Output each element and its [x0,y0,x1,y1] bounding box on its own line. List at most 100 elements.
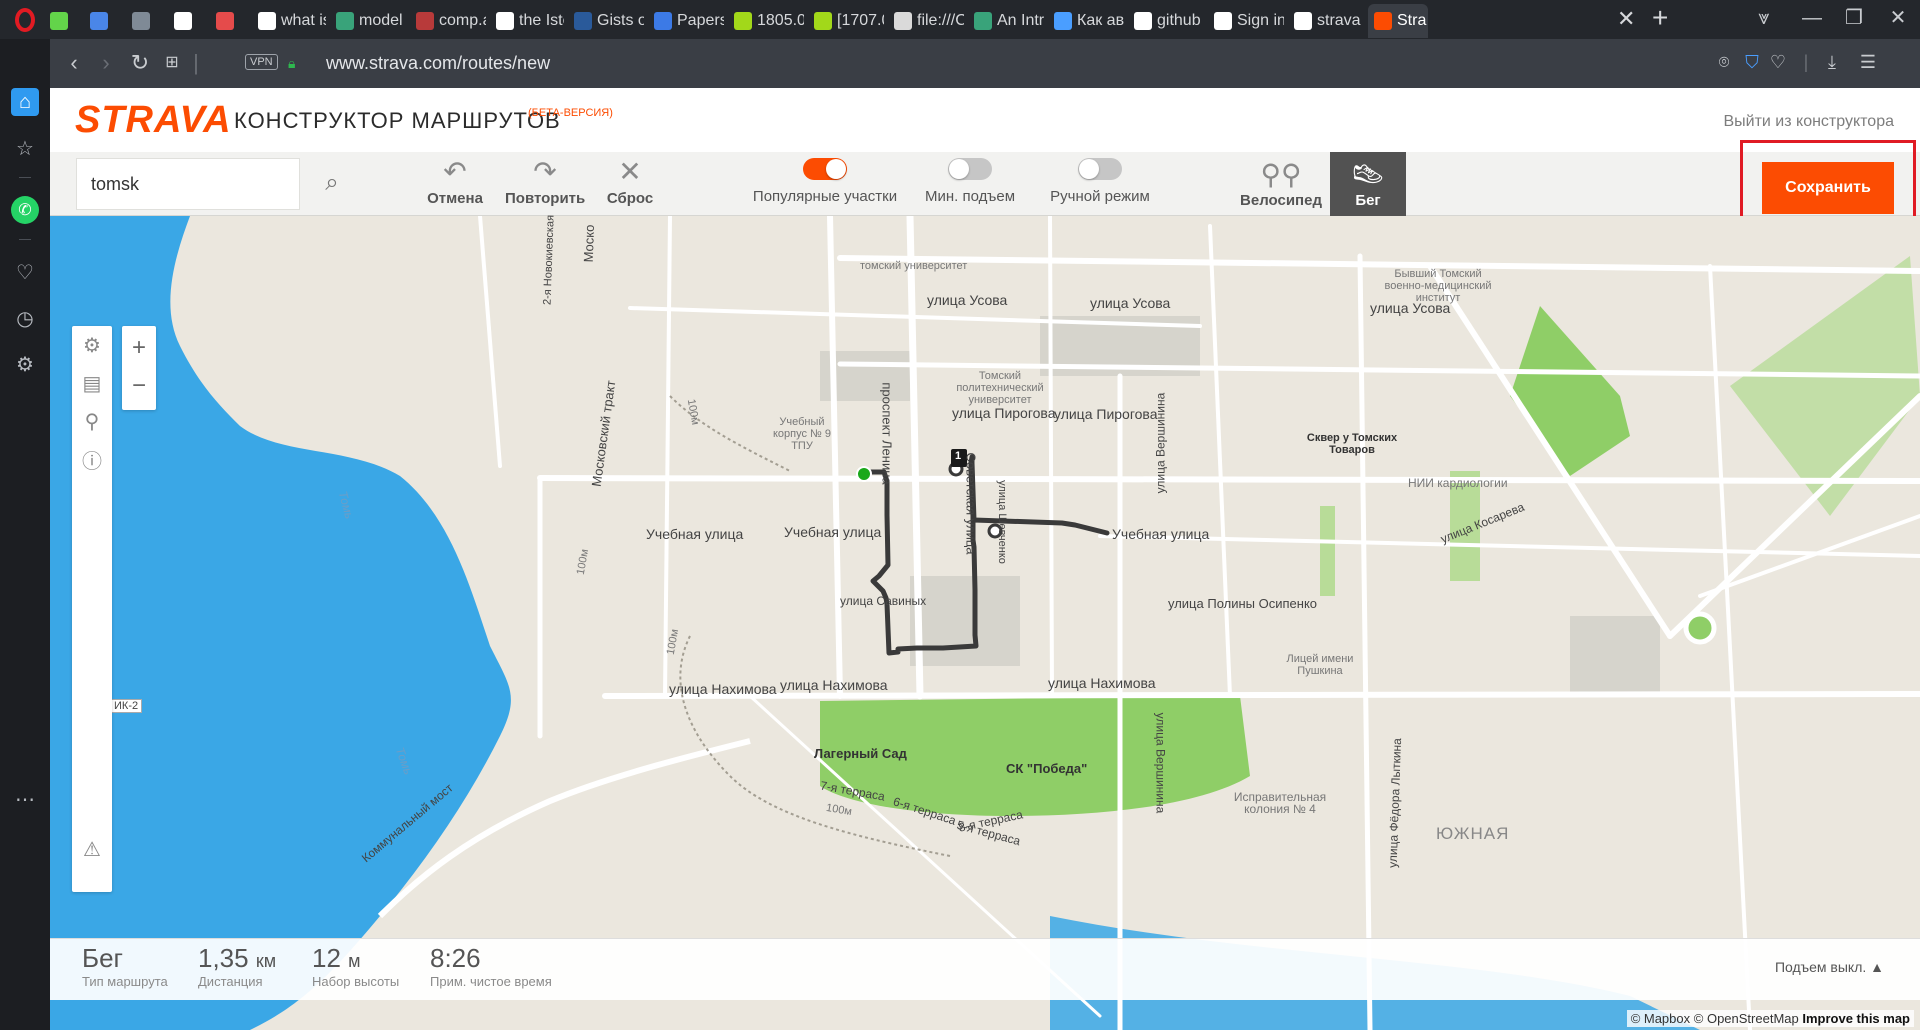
stat-moving-time: 8:26 Прим. чистое время [430,943,552,989]
redo-button[interactable]: ↷ Повторить [505,156,585,212]
download-icon[interactable]: ⤓ [1820,51,1844,73]
map-graphics [50,216,1920,1030]
opera-logo[interactable] [0,0,50,39]
browser-tab[interactable] [210,4,248,38]
toggle-switch[interactable] [948,158,992,180]
list-icon[interactable]: ▤ [72,364,112,402]
search-icon[interactable]: ⌕ [315,166,349,200]
save-button[interactable]: Сохранить [1762,162,1894,214]
toggle-label: Ручной режим [1050,188,1150,205]
camera-icon[interactable]: ⌾ [1712,51,1736,73]
new-tab-button[interactable]: + [1652,4,1668,32]
forward-icon[interactable]: › [92,49,120,77]
osm-link[interactable]: © OpenStreetMap [1694,1011,1799,1026]
zoom-controls: + − [122,326,156,410]
street-label: улица Нахимова [1048,675,1156,691]
shield-icon[interactable]: ⛉ [1740,51,1764,73]
stat-caption: Прим. чистое время [430,974,552,989]
map-canvas[interactable]: 1 улица Усова улица Усова улица Усова ул… [50,215,1920,1030]
mapbox-link[interactable]: © Mapbox [1631,1011,1690,1026]
elevation-profile-toggle[interactable]: Подъем выкл. ▲ [1775,959,1884,975]
reset-button[interactable]: ✕ Сброс [600,156,660,212]
clock-icon[interactable]: ◷ [11,304,39,332]
building-block [1570,616,1660,696]
easy-setup-icon[interactable]: ☰ [1856,51,1880,73]
browser-tab[interactable]: [1707.0 [808,4,884,38]
heatmap-pin-icon[interactable]: ⚲ [72,402,112,440]
redo-label: Повторить [505,190,586,207]
gear-icon[interactable]: ⚙ [11,350,39,378]
browser-tab[interactable]: file:///C [888,4,964,38]
browser-tab[interactable]: Gists of [568,4,644,38]
browser-tab[interactable]: model [330,4,406,38]
improve-map-link[interactable]: Improve this map [1802,1011,1910,1026]
tab-favicon-icon [258,12,276,30]
route-toolbar: ⌕ ↶ Отмена ↷ Повторить ✕ Сброс Популярны… [50,152,1920,216]
manual-mode-toggle[interactable]: Ручной режим [1040,154,1160,214]
browser-tab[interactable]: Papers [648,4,724,38]
strava-logo[interactable]: STRAVA [75,99,232,142]
browser-tab[interactable] [126,4,164,38]
tab-favicon-icon [1374,12,1392,30]
route-start-marker[interactable] [856,466,872,482]
bike-label: Велосипед [1240,192,1322,209]
browser-tab[interactable]: Stra [1368,4,1428,38]
min-elevation-toggle[interactable]: Мин. подъем [915,154,1025,214]
sport-run-button[interactable]: 👟︎ Бег [1330,152,1406,216]
vpn-badge[interactable]: VPN [245,54,278,70]
stat-distance: 1,35 км Дистанция [198,943,276,989]
more-icon[interactable]: ⋯ [11,785,39,813]
street-label: улица Вершинина [1153,712,1168,814]
tab-label: [1707.0 [837,12,884,29]
sport-bike-button[interactable]: ⚲⚲ Велосипед [1238,152,1324,216]
toggle-switch[interactable] [1078,158,1122,180]
back-icon[interactable]: ‹ [60,49,88,77]
heart-icon[interactable]: ♡ [1766,51,1790,73]
info-icon[interactable]: ⓘ [72,440,112,478]
url-field[interactable]: www.strava.com/routes/new [326,53,550,74]
browser-tab[interactable]: strava [1288,4,1364,38]
browser-tab[interactable]: github [1128,4,1204,38]
stat-caption: Тип маршрута [82,974,168,989]
tab-label: file:///C [917,12,964,29]
browser-tab[interactable]: what is [252,4,326,38]
tab-favicon-icon [894,12,912,30]
toggle-switch[interactable] [803,158,847,180]
browser-tab[interactable]: Как ав [1048,4,1124,38]
restore-icon[interactable]: ❐ [1834,4,1874,32]
tab-favicon-icon [90,12,108,30]
feedback-pin-icon[interactable]: ⚠ [72,830,112,868]
zoom-out-icon[interactable]: − [122,366,156,406]
popular-segments-toggle[interactable]: Популярные участки [750,154,900,214]
browser-tab[interactable]: Sign in [1208,4,1284,38]
browser-tab[interactable]: An Intr [968,4,1044,38]
minimize-icon[interactable]: — [1792,4,1832,32]
whatsapp-icon[interactable]: ✆ [11,196,39,224]
gear-icon[interactable]: ⚙ [72,326,112,364]
zoom-in-icon[interactable]: + [122,328,156,368]
tab-favicon-icon [50,12,68,30]
lock-icon[interactable]: 🔒︎ [288,55,295,72]
tab-menu-icon[interactable]: ⩔ [1744,4,1784,32]
reload-icon[interactable]: ↻ [126,49,154,77]
browser-tab[interactable] [44,4,80,38]
browser-tab[interactable]: comp.a [410,4,486,38]
toggle-label: Мин. подъем [924,188,1016,205]
location-search-input[interactable] [76,158,300,210]
undo-button[interactable]: ↶ Отмена [420,156,490,212]
cube-icon[interactable]: ☆ [11,134,39,162]
exit-builder-link[interactable]: Выйти из конструктора [1723,113,1894,131]
tab-favicon-icon [734,12,752,30]
browser-tab[interactable] [168,4,206,38]
browser-tab[interactable] [84,4,122,38]
home-icon[interactable]: ⌂ [11,88,39,116]
stat-caption: Набор высоты [312,974,400,989]
heart-icon[interactable]: ♡ [11,258,39,286]
tab-favicon-icon [814,12,832,30]
close-window-icon[interactable]: ✕ [1878,4,1918,32]
tab-close-icon[interactable]: ✕ [1617,8,1635,30]
poi-label: СК "Победа" [1006,761,1088,776]
tab-favicon-icon [216,12,234,30]
browser-tab[interactable]: the Iste [490,4,564,38]
browser-tab[interactable]: 1805.0 [728,4,804,38]
